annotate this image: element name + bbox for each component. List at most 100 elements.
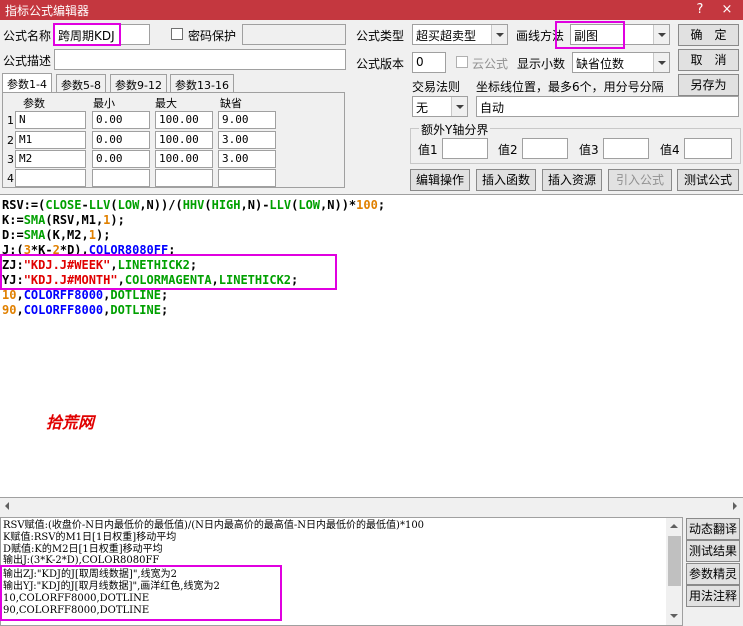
param-min-cell[interactable]: 0.00 xyxy=(92,150,150,168)
formula-name-label: 公式名称 xyxy=(3,29,52,43)
y-value-1-label: 值1 xyxy=(418,143,438,157)
param-default-cell[interactable]: 9.00 xyxy=(218,111,276,129)
decimals-value: 缺省位数 xyxy=(576,57,625,71)
param-min-cell[interactable] xyxy=(92,169,150,187)
help-button[interactable]: ? xyxy=(687,0,713,20)
coord-line-input[interactable]: 自动 xyxy=(476,96,739,117)
dynamic-translate-button[interactable]: 动态翻译 xyxy=(686,518,740,540)
test-result-button[interactable]: 测试结果 xyxy=(686,540,740,562)
horizontal-scrollbar[interactable] xyxy=(0,498,743,515)
draw-method-select[interactable]: 副图 xyxy=(570,24,670,45)
scroll-right-icon[interactable] xyxy=(726,498,743,515)
trade-rule-label: 交易法则 xyxy=(412,80,461,94)
vertical-scrollbar[interactable] xyxy=(666,518,682,625)
param-row-number: 4 xyxy=(7,172,14,185)
title-bar: 指标公式编辑器 ? × xyxy=(0,0,743,20)
formula-desc-input[interactable] xyxy=(54,49,346,70)
trade-rule-select[interactable]: 无 xyxy=(412,96,468,117)
description-line: 输出J:(3*K-2*D),COLOR8080FF xyxy=(3,555,160,566)
param-default-cell[interactable]: 3.00 xyxy=(218,150,276,168)
description-line: 输出ZJ:"KDJ的J[取周线数据]",线宽为2 xyxy=(3,569,177,580)
decimals-select[interactable]: 缺省位数 xyxy=(572,52,670,73)
param-name-cell[interactable]: M2 xyxy=(15,150,86,168)
import-formula-button[interactable]: 引入公式 xyxy=(608,169,672,191)
param-row-number: 2 xyxy=(7,134,14,147)
param-name-cell[interactable]: M1 xyxy=(15,131,86,149)
param-default-cell[interactable]: 3.00 xyxy=(218,131,276,149)
tab-params-5-8[interactable]: 参数5-8 xyxy=(56,74,106,92)
insert-resource-button[interactable]: 插入资源 xyxy=(542,169,602,191)
param-name-cell[interactable] xyxy=(15,169,86,187)
code-line: RSV:=(CLOSE-LLV(LOW,N))/(HHV(HIGH,N)-LLV… xyxy=(2,198,386,212)
param-max-cell[interactable]: 100.00 xyxy=(155,150,213,168)
param-header-name: 参数 xyxy=(23,97,45,110)
param-header-default: 缺省 xyxy=(220,97,242,110)
cancel-button[interactable]: 取 消 xyxy=(678,49,739,71)
formula-desc-label: 公式描述 xyxy=(3,54,52,68)
watermark-text: 拾荒网 xyxy=(46,413,95,432)
formula-type-label: 公式类型 xyxy=(356,29,405,43)
param-wizard-button[interactable]: 参数精灵 xyxy=(686,563,740,585)
param-default-cell[interactable] xyxy=(218,169,276,187)
y-value-3-label: 值3 xyxy=(579,143,599,157)
scroll-down-icon[interactable] xyxy=(666,608,682,625)
description-line: 10,COLORFF8000,DOTLINE xyxy=(3,593,150,604)
param-row-number: 3 xyxy=(7,153,14,166)
description-line: K赋值:RSV的M1日[1日权重]移动平均 xyxy=(3,532,177,543)
y-value-4-label: 值4 xyxy=(660,143,680,157)
scroll-thumb[interactable] xyxy=(668,536,681,586)
param-table: 参数 最小 最大 缺省 1 N 0.00 100.00 9.00 2 M1 0.… xyxy=(2,92,345,188)
code-line: K:=SMA(RSV,M1,1); xyxy=(2,213,125,227)
formula-name-input[interactable]: 跨周期KDJ xyxy=(54,24,150,45)
tab-params-1-4[interactable]: 参数1-4 xyxy=(2,73,52,93)
window-title: 指标公式编辑器 xyxy=(5,4,90,18)
scroll-left-icon[interactable] xyxy=(0,498,17,515)
code-line: D:=SMA(K,M2,1); xyxy=(2,228,111,242)
code-line: ZJ:"KDJ.J#WEEK",LINETHICK2; xyxy=(2,258,198,272)
param-name-cell[interactable]: N xyxy=(15,111,86,129)
description-line: 90,COLORFF8000,DOTLINE xyxy=(3,605,150,616)
formula-type-value: 超买超卖型 xyxy=(416,29,477,43)
formula-type-select[interactable]: 超买超卖型 xyxy=(412,24,508,45)
extra-yaxis-label: 额外Y轴分界 xyxy=(419,121,491,138)
password-checkbox[interactable] xyxy=(171,28,183,40)
save-as-button[interactable]: 另存为 xyxy=(678,74,739,96)
param-min-cell[interactable]: 0.00 xyxy=(92,131,150,149)
formula-version-input[interactable]: 0 xyxy=(412,52,446,73)
y-value-3-input[interactable] xyxy=(603,138,649,159)
chevron-down-icon xyxy=(451,97,467,116)
coord-line-label: 坐标线位置，最多6个，用分号分隔 xyxy=(476,80,664,94)
usage-note-button[interactable]: 用法注释 xyxy=(686,585,740,607)
chevron-down-icon xyxy=(653,53,669,72)
tab-params-13-16[interactable]: 参数13-16 xyxy=(170,74,234,92)
code-line: 90,COLORFF8000,DOTLINE; xyxy=(2,303,169,317)
decimals-label: 显示小数 xyxy=(517,57,566,71)
param-max-cell[interactable]: 100.00 xyxy=(155,111,213,129)
param-max-cell[interactable]: 100.00 xyxy=(155,131,213,149)
y-value-2-input[interactable] xyxy=(522,138,568,159)
password-label: 密码保护 xyxy=(188,29,237,43)
password-input[interactable] xyxy=(242,24,346,45)
cloud-formula-label: 云公式 xyxy=(472,57,509,71)
close-button[interactable]: × xyxy=(714,0,740,20)
y-value-4-input[interactable] xyxy=(684,138,732,159)
param-max-cell[interactable] xyxy=(155,169,213,187)
formula-version-label: 公式版本 xyxy=(356,57,405,71)
trade-rule-value: 无 xyxy=(416,101,429,115)
description-panel: RSV赋值:(收盘价-N日内最低价的最低值)/(N日内最高价的最高值-N日内最低… xyxy=(0,517,683,626)
tab-params-9-12[interactable]: 参数9-12 xyxy=(110,74,167,92)
code-line: J:(3*K-2*D),COLOR8080FF; xyxy=(2,243,176,257)
y-value-2-label: 值2 xyxy=(498,143,518,157)
ok-button[interactable]: 确 定 xyxy=(678,24,739,46)
param-row-number: 1 xyxy=(7,114,14,127)
param-min-cell[interactable]: 0.00 xyxy=(92,111,150,129)
y-value-1-input[interactable] xyxy=(442,138,488,159)
description-line: 输出YJ:"KDJ的J[取月线数据]",画洋红色,线宽为2 xyxy=(3,581,220,592)
cloud-formula-checkbox[interactable] xyxy=(456,56,468,68)
scroll-up-icon[interactable] xyxy=(666,518,682,535)
test-formula-button[interactable]: 测试公式 xyxy=(677,169,739,191)
insert-function-button[interactable]: 插入函数 xyxy=(476,169,536,191)
code-editor[interactable]: RSV:=(CLOSE-LLV(LOW,N))/(HHV(HIGH,N)-LLV… xyxy=(0,194,743,498)
edit-ops-button[interactable]: 编辑操作 xyxy=(410,169,470,191)
param-header-max: 最大 xyxy=(155,97,177,110)
